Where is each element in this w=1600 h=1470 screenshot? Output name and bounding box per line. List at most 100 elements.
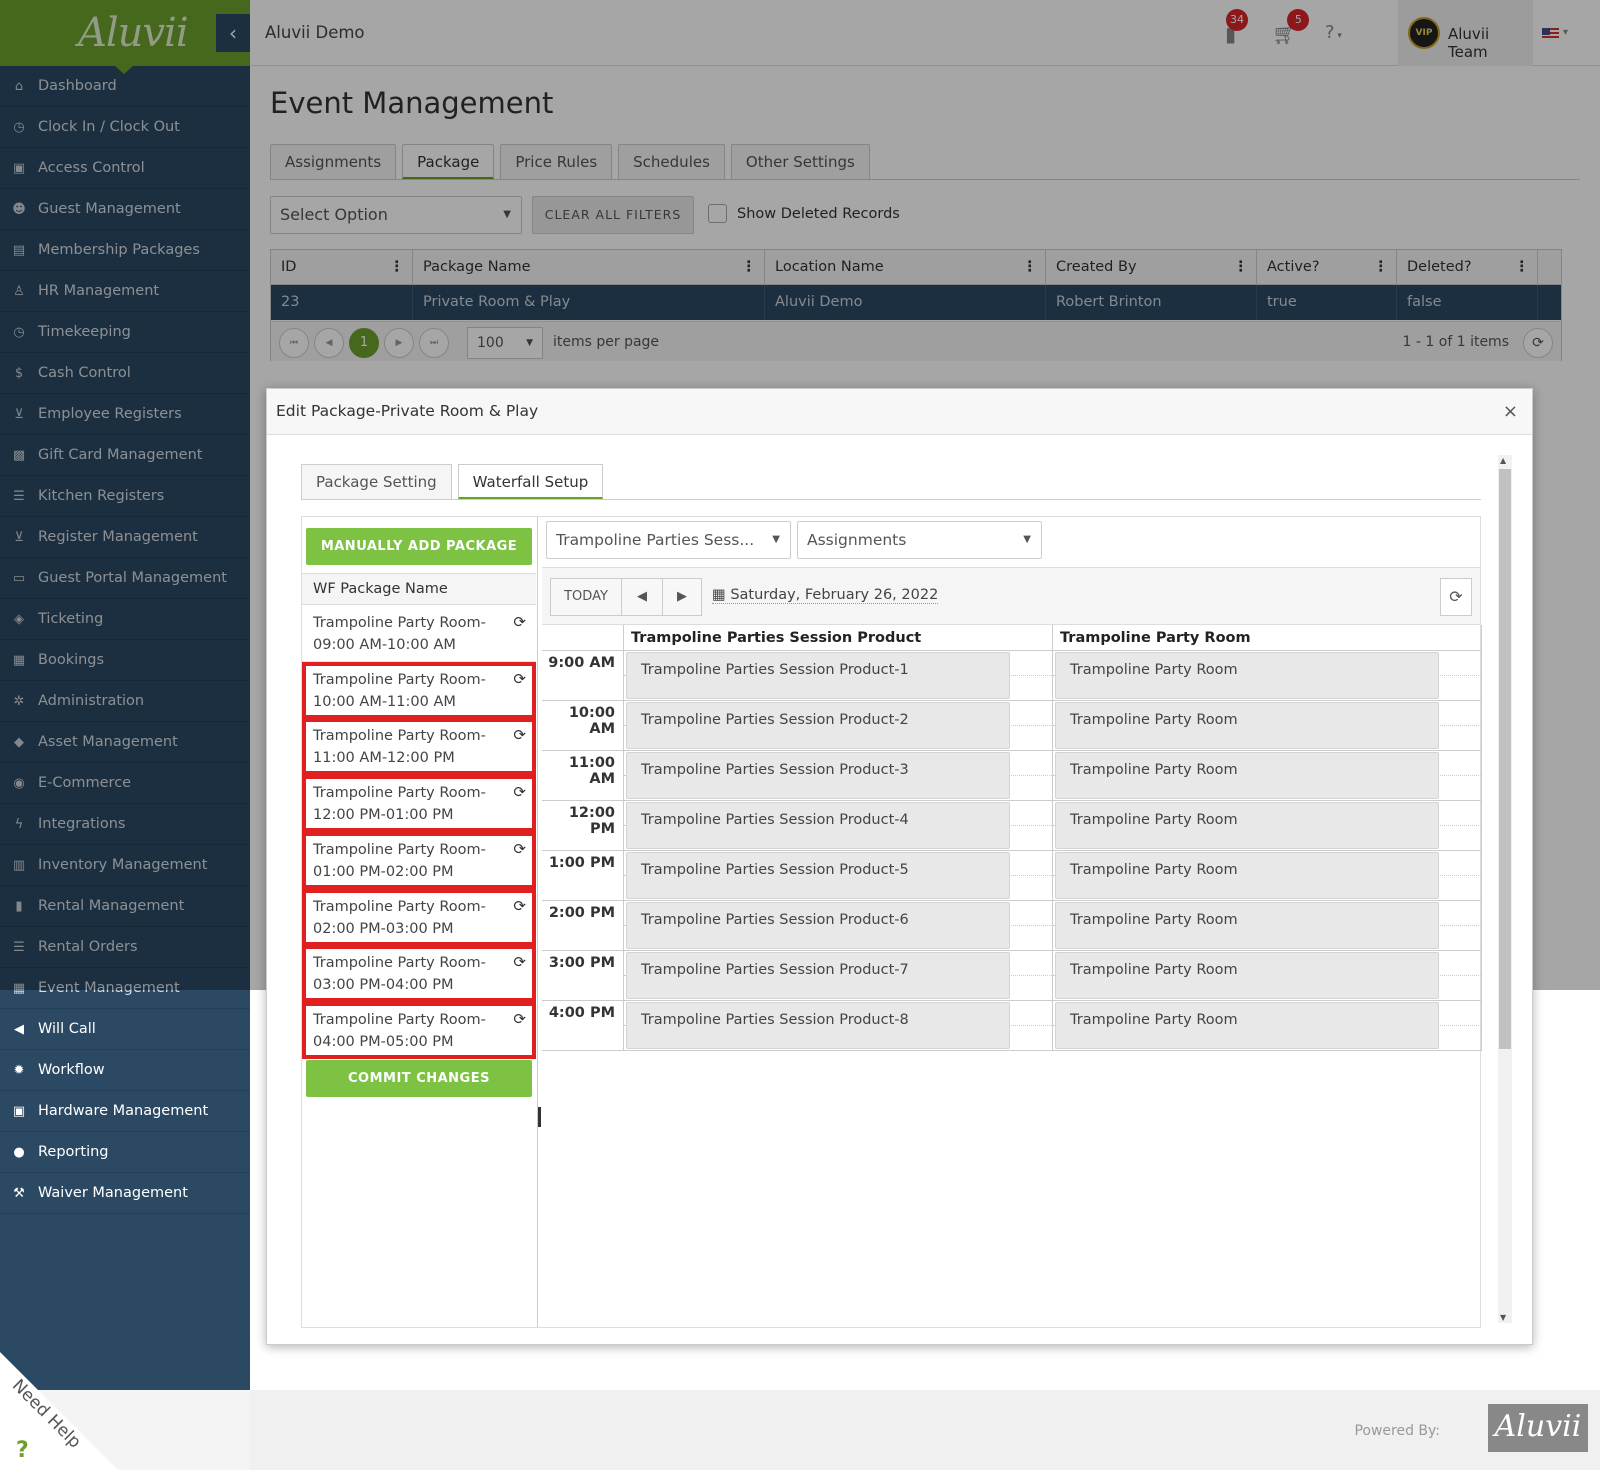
time-slot-label: 2:00 PM [542, 901, 624, 950]
event-block[interactable]: Trampoline Parties Session Product-5 [626, 852, 1010, 899]
schedule-row: 10:00 AM Trampoline Parties Session Produ… [542, 701, 1482, 751]
event-block[interactable]: Trampoline Party Room [1055, 752, 1439, 799]
view-select[interactable]: Assignments ▼ [797, 521, 1042, 559]
next-day-button[interactable]: ▶ [662, 578, 702, 616]
schedule-cell[interactable]: Trampoline Parties Session Product-2 [624, 701, 1053, 750]
commit-changes-button[interactable]: COMMIT CHANGES [306, 1060, 532, 1097]
schedule-cell[interactable]: Trampoline Party Room [1053, 951, 1482, 1000]
schedule-cell[interactable]: Trampoline Parties Session Product-3 [624, 751, 1053, 800]
sidebar-item-reporting[interactable]: ● Reporting [0, 1132, 250, 1173]
modal-tabs: Package Setting Waterfall Setup [301, 464, 1481, 500]
waterfall-setup: MANUALLY ADD PACKAGE WF Package Name Tra… [301, 516, 1482, 1328]
tab-waterfall-setup[interactable]: Waterfall Setup [457, 464, 604, 499]
event-block[interactable]: Trampoline Party Room [1055, 952, 1439, 999]
event-block[interactable]: Trampoline Parties Session Product-2 [626, 702, 1010, 749]
sidebar-item-label: Will Call [38, 1021, 96, 1037]
event-block[interactable]: Trampoline Party Room [1055, 702, 1439, 749]
sidebar-item-label: Waiver Management [38, 1185, 188, 1201]
time-slot-label: 11:00 AM [542, 751, 624, 800]
manually-add-package-button[interactable]: MANUALLY ADD PACKAGE [306, 528, 532, 565]
schedule-cell[interactable]: Trampoline Parties Session Product-1 [624, 651, 1053, 700]
sync-icon[interactable]: ⟳ [513, 895, 526, 917]
sync-icon[interactable]: ⟳ [513, 951, 526, 973]
refresh-icon[interactable]: ⟳ [1440, 578, 1472, 616]
sync-icon[interactable]: ⟳ [513, 611, 526, 633]
scroll-up-icon[interactable]: ▲ [1500, 456, 1506, 465]
panel-resize-handle[interactable] [538, 1107, 541, 1127]
scheduler-panel: Trampoline Parties Sess... ▼ Assignments… [542, 517, 1482, 1327]
modal-scrollbar[interactable]: ▲ ▼ [1498, 455, 1512, 1323]
schedule-cell[interactable]: Trampoline Party Room [1053, 851, 1482, 900]
date-picker[interactable]: ▦ Saturday, February 26, 2022 [712, 587, 939, 604]
schedule-cell[interactable]: Trampoline Party Room [1053, 651, 1482, 700]
prev-icon: ◀ [637, 589, 647, 604]
resource-header: Trampoline Parties Session Product [624, 625, 1053, 650]
scrollbar-thumb[interactable] [1499, 469, 1511, 1049]
view-select-value: Assignments [807, 531, 907, 549]
gear-icon: ✹ [13, 1062, 25, 1078]
schedule-row: 9:00 AM Trampoline Parties Session Produc… [542, 651, 1482, 701]
prev-day-button[interactable]: ◀ [621, 578, 663, 616]
event-block[interactable]: Trampoline Parties Session Product-6 [626, 902, 1010, 949]
resource-select-value: Trampoline Parties Sess... [556, 531, 755, 549]
list-item[interactable]: Trampoline Party Room- 11:00 AM-12:00 PM ⟳ [302, 718, 536, 776]
list-item[interactable]: Trampoline Party Room- 02:00 PM-03:00 PM ⟳ [302, 888, 536, 946]
schedule-cell[interactable]: Trampoline Party Room [1053, 1001, 1482, 1050]
schedule-cell[interactable]: Trampoline Parties Session Product-4 [624, 801, 1053, 850]
event-block[interactable]: Trampoline Parties Session Product-4 [626, 802, 1010, 849]
sync-icon[interactable]: ⟳ [513, 838, 526, 860]
event-block[interactable]: Trampoline Party Room [1055, 902, 1439, 949]
event-block[interactable]: Trampoline Parties Session Product-3 [626, 752, 1010, 799]
sidebar-item-workflow[interactable]: ✹ Workflow [0, 1050, 250, 1091]
day-schedule: Trampoline Parties Session Product Tramp… [542, 625, 1482, 1051]
need-help-button[interactable]: Need Help ? [0, 1352, 120, 1470]
event-block[interactable]: Trampoline Party Room [1055, 1002, 1439, 1049]
list-item[interactable]: Trampoline Party Room- 03:00 PM-04:00 PM ⟳ [302, 945, 536, 1003]
calendar-toolbar: TODAY ◀ ▶ ▦ Saturday, February 26, 2022 … [542, 567, 1480, 625]
schedule-cell[interactable]: Trampoline Parties Session Product-8 [624, 1001, 1053, 1050]
list-item[interactable]: Trampoline Party Room- 12:00 PM-01:00 PM ⟳ [302, 775, 536, 833]
schedule-cell[interactable]: Trampoline Party Room [1053, 801, 1482, 850]
wf-item-name: Trampoline Party Room- [313, 955, 486, 972]
event-block[interactable]: Trampoline Parties Session Product-8 [626, 1002, 1010, 1049]
tab-package-setting[interactable]: Package Setting [301, 464, 452, 499]
list-item[interactable]: Trampoline Party Room- 09:00 AM-10:00 AM ⟳ [302, 605, 536, 662]
close-icon[interactable]: × [1503, 401, 1518, 422]
schedule-cell[interactable]: Trampoline Party Room [1053, 701, 1482, 750]
wf-item-name: Trampoline Party Room- [313, 841, 486, 858]
today-button[interactable]: TODAY [550, 578, 622, 616]
sync-icon[interactable]: ⟳ [513, 668, 526, 690]
schedule-cell[interactable]: Trampoline Party Room [1053, 901, 1482, 950]
wf-item-time: 09:00 AM-10:00 AM [313, 637, 456, 653]
schedule-cell[interactable]: Trampoline Parties Session Product-5 [624, 851, 1053, 900]
footer: Powered By: Aluvii [250, 1390, 1600, 1470]
sync-icon[interactable]: ⟳ [513, 781, 526, 803]
schedule-cell[interactable]: Trampoline Parties Session Product-6 [624, 901, 1053, 950]
event-block[interactable]: Trampoline Party Room [1055, 652, 1439, 699]
sidebar-item-label: Reporting [38, 1144, 109, 1160]
event-block[interactable]: Trampoline Party Room [1055, 802, 1439, 849]
event-block[interactable]: Trampoline Parties Session Product-1 [626, 652, 1010, 699]
event-block[interactable]: Trampoline Parties Session Product-7 [626, 952, 1010, 999]
sidebar-dim-overlay [0, 0, 250, 990]
sidebar-item-hardware-management[interactable]: ▣ Hardware Management [0, 1091, 250, 1132]
sync-icon[interactable]: ⟳ [513, 724, 526, 746]
schedule-cell[interactable]: Trampoline Party Room [1053, 751, 1482, 800]
scroll-down-icon[interactable]: ▼ [1500, 1313, 1506, 1322]
wf-item-time: 12:00 PM-01:00 PM [313, 807, 454, 824]
wf-item-time: 03:00 PM-04:00 PM [313, 977, 454, 994]
sidebar-item-will-call[interactable]: ◀ Will Call [0, 1009, 250, 1050]
wf-item-name: Trampoline Party Room- [313, 615, 486, 631]
sidebar-item-waiver-management[interactable]: ⚒ Waiver Management [0, 1173, 250, 1214]
sync-icon[interactable]: ⟳ [513, 1008, 526, 1030]
list-item[interactable]: Trampoline Party Room- 04:00 PM-05:00 PM ⟳ [302, 1001, 536, 1059]
list-item[interactable]: Trampoline Party Room- 01:00 PM-02:00 PM ⟳ [302, 831, 536, 889]
wf-item-name: Trampoline Party Room- [313, 898, 486, 915]
print-icon: ▣ [12, 1103, 26, 1119]
list-item[interactable]: Trampoline Party Room- 10:00 AM-11:00 AM ⟳ [302, 661, 536, 719]
event-block[interactable]: Trampoline Party Room [1055, 852, 1439, 899]
wf-item-time: 01:00 PM-02:00 PM [313, 863, 454, 880]
schedule-cell[interactable]: Trampoline Parties Session Product-7 [624, 951, 1053, 1000]
resource-select[interactable]: Trampoline Parties Sess... ▼ [546, 521, 791, 559]
footer-logo: Aluvii [1488, 1404, 1588, 1452]
